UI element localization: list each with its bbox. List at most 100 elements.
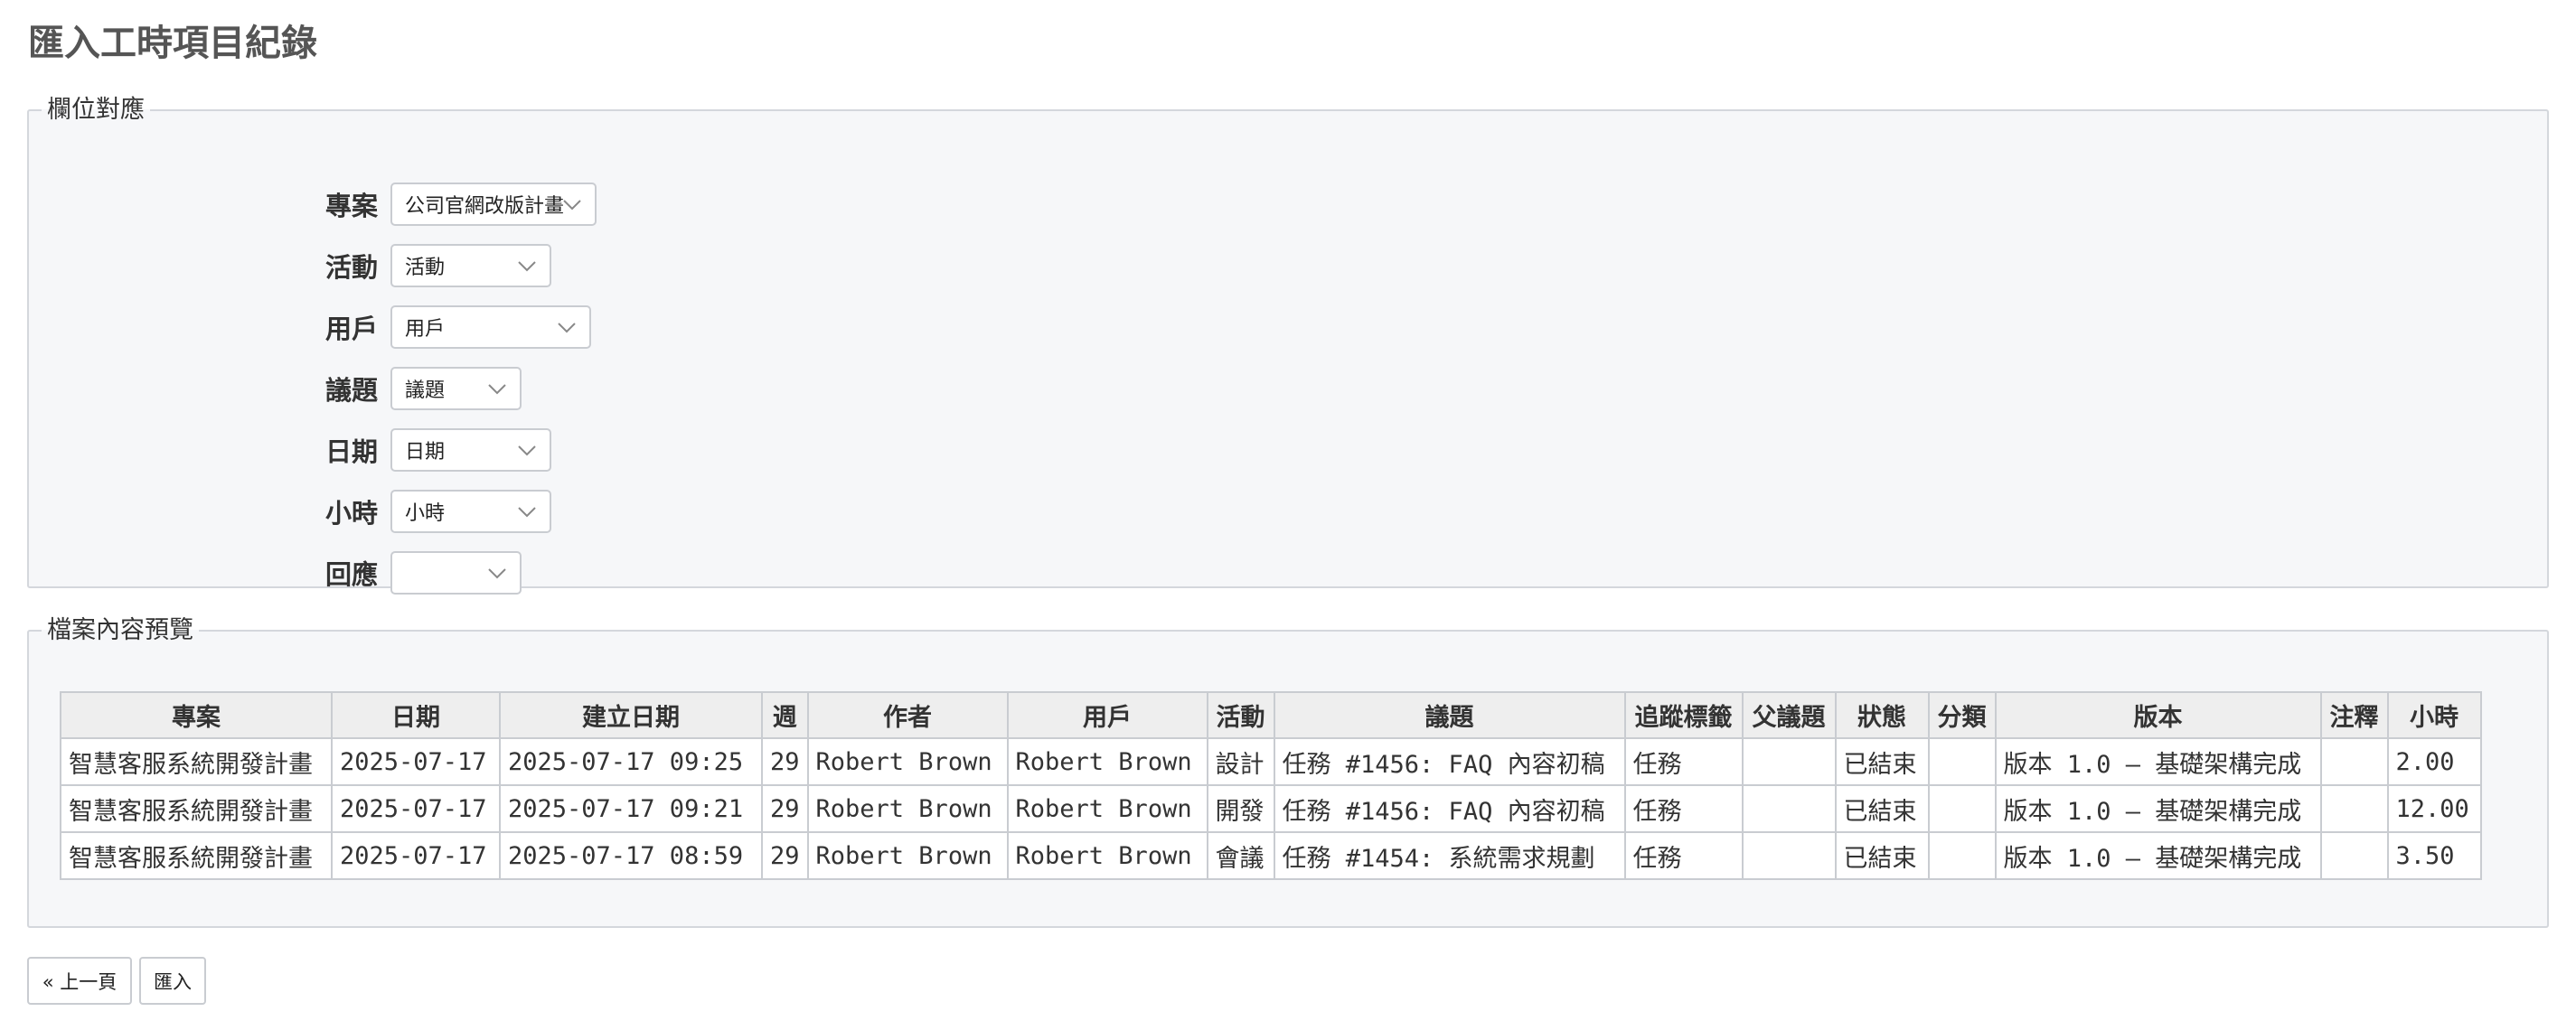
cell-status: 已結束 [1834,737,1930,786]
field-label-activity: 活動 [324,252,378,283]
column-header-author: 作者 [806,691,1009,739]
cell-tracker: 任務 [1623,737,1744,786]
cell-date: 2025-07-17 [331,737,501,786]
cell-issue: 任務 #1454: 系統需求規劃 [1273,831,1626,880]
field-label-project: 專案 [324,191,378,221]
cell-week: 29 [761,784,809,833]
cell-tracker: 任務 [1623,784,1744,833]
field-label-comments: 回應 [324,559,378,590]
comments-select[interactable] [390,551,522,595]
cell-status: 已結束 [1834,784,1930,833]
column-header-activity: 活動 [1206,691,1275,739]
field-row-date: 日期 日期 [309,426,551,474]
cell-status: 已結束 [1834,831,1930,880]
table-header-row: 專案 日期 建立日期 週 作者 用戶 活動 議題 追蹤標籤 父議題 狀態 分類 … [60,691,2482,739]
column-header-project: 專案 [60,691,333,739]
cell-created-date: 2025-07-17 09:25 [499,737,763,786]
cell-user: Robert Brown [1006,737,1208,786]
cell-category [1927,831,1997,880]
field-mapping-legend: 欄位對應 [47,96,145,124]
issue-select[interactable]: 議題 [390,367,522,410]
import-button[interactable]: 匯入 [139,957,206,1005]
cell-week: 29 [761,737,809,786]
page-title: 匯入工時項目紀錄 [28,23,317,64]
field-row-user: 用戶 用戶 [309,303,591,351]
file-preview-legend: 檔案內容預覽 [47,616,193,644]
activity-select-value: 活動 [405,257,446,279]
column-header-tracker: 追蹤標籤 [1623,691,1744,739]
cell-week: 29 [761,831,809,880]
column-header-issue: 議題 [1273,691,1626,739]
previous-page-button[interactable]: « 上一頁 [27,957,132,1005]
field-label-issue: 議題 [324,375,378,406]
cell-tracker: 任務 [1623,831,1744,880]
column-header-category: 分類 [1927,691,1997,739]
cell-activity: 開發 [1206,784,1275,833]
cell-parent-issue [1741,831,1837,880]
user-select-value: 用戶 [405,318,446,341]
cell-version: 版本 1.0 – 基礎架構完成 [1994,737,2322,786]
field-label-user: 用戶 [324,314,378,344]
chevron-down-icon [557,317,577,337]
issue-select-value: 議題 [405,379,446,402]
date-select[interactable]: 日期 [390,428,551,472]
cell-category [1927,737,1997,786]
hours-select[interactable]: 小時 [390,490,551,533]
field-row-project: 專案 公司官網改版計畫 [309,180,597,229]
cell-comments [2319,784,2389,833]
file-preview-panel: 檔案內容預覽 專案 日期 建立日期 週 作者 用戶 活動 議題 追蹤標籤 父議題… [27,614,2549,928]
cell-issue: 任務 #1456: FAQ 內容初稿 [1273,784,1626,833]
cell-author: Robert Brown [806,831,1009,880]
field-row-hours: 小時 小時 [309,487,551,536]
chevron-down-icon [517,501,537,521]
cell-date: 2025-07-17 [331,831,501,880]
cell-hours: 3.50 [2386,831,2482,880]
preview-table: 專案 日期 建立日期 週 作者 用戶 活動 議題 追蹤標籤 父議題 狀態 分類 … [60,691,2482,880]
table-row: 智慧客服系統開發計畫 2025-07-17 2025-07-17 08:59 2… [60,831,2482,880]
cell-category [1927,784,1997,833]
cell-hours: 2.00 [2386,737,2482,786]
column-header-status: 狀態 [1834,691,1930,739]
chevron-down-icon [517,256,537,276]
cell-parent-issue [1741,784,1837,833]
column-header-created-date: 建立日期 [499,691,763,739]
field-label-hours: 小時 [324,498,378,529]
cell-date: 2025-07-17 [331,784,501,833]
column-header-user: 用戶 [1006,691,1208,739]
cell-author: Robert Brown [806,784,1009,833]
table-row: 智慧客服系統開發計畫 2025-07-17 2025-07-17 09:21 2… [60,784,2482,833]
column-header-hours: 小時 [2386,691,2482,739]
chevron-down-icon [487,379,507,398]
cell-parent-issue [1741,737,1837,786]
cell-created-date: 2025-07-17 09:21 [499,784,763,833]
chevron-down-icon [517,440,537,460]
chevron-down-icon [562,194,582,214]
project-select[interactable]: 公司官網改版計畫 [390,183,597,226]
field-label-date: 日期 [324,436,378,467]
field-row-activity: 活動 活動 [309,241,551,290]
field-mapping-panel: 欄位對應 專案 公司官網改版計畫 活動 活動 用戶 用戶 議題 議題 日期 日期 [27,94,2549,595]
activity-select[interactable]: 活動 [390,244,551,287]
column-header-version: 版本 [1994,691,2322,739]
cell-version: 版本 1.0 – 基礎架構完成 [1994,831,2322,880]
user-select[interactable]: 用戶 [390,305,591,349]
column-header-week: 週 [761,691,809,739]
cell-created-date: 2025-07-17 08:59 [499,831,763,880]
column-header-comments: 注釋 [2319,691,2389,739]
field-row-comments: 回應 [309,548,522,597]
cell-project: 智慧客服系統開發計畫 [60,737,333,786]
cell-activity: 設計 [1206,737,1275,786]
cell-author: Robert Brown [806,737,1009,786]
cell-user: Robert Brown [1006,831,1208,880]
cell-user: Robert Brown [1006,784,1208,833]
cell-project: 智慧客服系統開發計畫 [60,784,333,833]
cell-issue: 任務 #1456: FAQ 內容初稿 [1273,737,1626,786]
chevron-down-icon [487,563,507,583]
cell-hours: 12.00 [2386,784,2482,833]
field-row-issue: 議題 議題 [309,364,522,413]
table-row: 智慧客服系統開發計畫 2025-07-17 2025-07-17 09:25 2… [60,737,2482,786]
project-select-value: 公司官網改版計畫 [405,195,565,218]
date-select-value: 日期 [405,441,446,464]
cell-project: 智慧客服系統開發計畫 [60,831,333,880]
cell-comments [2319,831,2389,880]
